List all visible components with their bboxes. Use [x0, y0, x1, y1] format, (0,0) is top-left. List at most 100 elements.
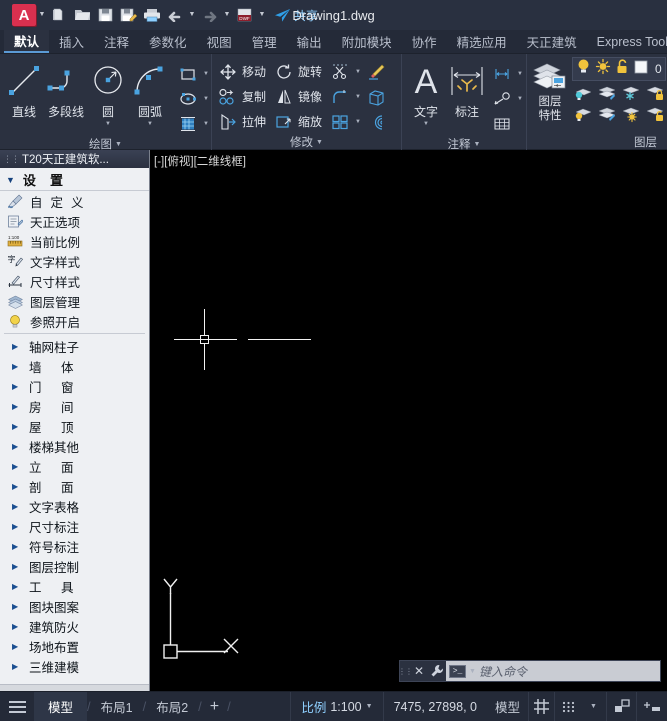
chevron-down-icon[interactable]: ▼	[366, 703, 373, 710]
layer-properties-button[interactable]: 图层 特性	[530, 57, 570, 123]
trim-dropdown-icon[interactable]: ▼	[354, 69, 362, 75]
tab-collaborate[interactable]: 协作	[402, 30, 447, 53]
tab-annotate[interactable]: 注释	[94, 30, 139, 53]
chevron-right-icon[interactable]: ▶	[12, 542, 19, 551]
layer-unlock-icon[interactable]	[644, 104, 666, 124]
drawing-canvas[interactable]: [-][俯视][二维线框] ⋮⋮ ✕ >_ ▼ 键入命令	[150, 150, 667, 691]
layer-on-icon[interactable]	[572, 104, 594, 124]
quick-access-dropdown-icon[interactable]: ▼	[36, 0, 48, 30]
layer-lock-icon[interactable]	[644, 83, 666, 103]
unlock-icon[interactable]	[615, 58, 629, 81]
chevron-right-icon[interactable]: ▶	[12, 562, 19, 571]
hamburger-icon[interactable]	[0, 692, 34, 721]
chevron-right-icon[interactable]: ▶	[12, 422, 19, 431]
tab-view[interactable]: 视图	[197, 30, 242, 53]
arc-button[interactable]: 圆弧 ▼	[128, 58, 172, 128]
tab-manage[interactable]: 管理	[242, 30, 287, 53]
sidebar-tree-layer-control[interactable]: ▶ 图层控制	[0, 556, 149, 576]
chevron-right-icon[interactable]: ▶	[12, 342, 19, 351]
text-button[interactable]: A 文字 ▼	[406, 58, 446, 128]
text-dropdown-icon[interactable]: ▼	[423, 120, 429, 128]
dwf-dropdown-icon[interactable]: ▼	[256, 0, 268, 30]
command-history-dropdown-icon[interactable]: ▼	[469, 668, 476, 675]
layer-unisolate-icon[interactable]	[596, 104, 618, 124]
tab-layout1[interactable]: 布局1	[91, 692, 143, 721]
sidebar-grip-icon[interactable]: ⋮⋮	[3, 154, 20, 165]
sun-icon[interactable]	[595, 58, 611, 81]
tab-default[interactable]: 默认	[4, 30, 50, 53]
offset-button[interactable]	[364, 109, 388, 134]
circle-dropdown-icon[interactable]: ▼	[105, 120, 111, 128]
sidebar-tree-room[interactable]: ▶ 房 间	[0, 396, 149, 416]
sidebar-tree-wall[interactable]: ▶ 墙 体	[0, 356, 149, 376]
copy-button[interactable]: 复制	[216, 84, 266, 109]
app-logo-icon[interactable]: A	[12, 4, 36, 26]
tab-layout2[interactable]: 布局2	[146, 692, 198, 721]
redo-button[interactable]	[198, 3, 221, 27]
command-line[interactable]: ⋮⋮ ✕ >_ ▼ 键入命令	[398, 660, 661, 682]
sidebar-item-dim-style[interactable]: 尺寸样式	[0, 271, 149, 291]
redo-dropdown-icon[interactable]: ▼	[221, 0, 233, 30]
layer-isolate-icon[interactable]	[596, 83, 618, 103]
space-indicator[interactable]: 模型	[487, 692, 529, 721]
sidebar-tree-fire-protection[interactable]: ▶ 建筑防火	[0, 616, 149, 636]
tab-express-tools[interactable]: Express Tools	[587, 30, 667, 53]
dwf-publish-button[interactable]: DWF	[233, 3, 256, 27]
scale-button[interactable]: 缩放	[272, 109, 322, 134]
snap-dots-icon[interactable]	[555, 692, 581, 721]
tab-insert[interactable]: 插入	[49, 30, 94, 53]
sidebar-tree-section[interactable]: ▶ 剖 面	[0, 476, 149, 496]
sidebar-item-current-scale[interactable]: 1:100 当前比例	[0, 231, 149, 251]
chevron-right-icon[interactable]: ▶	[12, 502, 19, 511]
customize-status-icon[interactable]	[637, 692, 667, 721]
sidebar-tree-door-window[interactable]: ▶ 门 窗	[0, 376, 149, 396]
layer-off-icon[interactable]	[572, 83, 594, 103]
undo-dropdown-icon[interactable]: ▼	[186, 0, 198, 30]
sidebar-item-tangent-options[interactable]: 天正选项	[0, 211, 149, 231]
sidebar-tree-site-layout[interactable]: ▶ 场地布置	[0, 636, 149, 656]
sidebar-tree-roof[interactable]: ▶ 屋 顶	[0, 416, 149, 436]
viewport-label[interactable]: [-][俯视][二维线框]	[154, 153, 246, 169]
chevron-right-icon[interactable]: ▶	[12, 442, 19, 451]
add-layout-button[interactable]: +	[202, 692, 227, 721]
snap-dropdown-icon[interactable]: ▼	[581, 692, 607, 721]
linear-dimension-button[interactable]: ▼	[490, 61, 524, 86]
command-input[interactable]: >_ ▼ 键入命令	[446, 661, 660, 681]
sidebar-tree-dimension[interactable]: ▶ 尺寸标注	[0, 516, 149, 536]
panel-draw-expand-icon[interactable]: ▼	[115, 141, 122, 148]
rotate-button[interactable]: 旋转	[272, 59, 322, 84]
sidebar-item-text-style[interactable]: 字 文字样式	[0, 251, 149, 271]
sidebar-tree-block-pattern[interactable]: ▶ 图块图案	[0, 596, 149, 616]
wrench-icon[interactable]	[428, 661, 446, 681]
table-button[interactable]	[490, 111, 524, 136]
chevron-right-icon[interactable]: ▶	[12, 482, 19, 491]
chevron-right-icon[interactable]: ▶	[12, 382, 19, 391]
sidebar-item-layer-manage[interactable]: 图层管理	[0, 291, 149, 311]
ellipse-button[interactable]: ▼	[176, 86, 210, 111]
rectangle-button[interactable]: ▼	[176, 61, 210, 86]
save-button[interactable]	[94, 3, 117, 27]
arc-dropdown-icon[interactable]: ▼	[147, 120, 153, 128]
chevron-right-icon[interactable]: ▶	[12, 642, 19, 651]
tab-parametric[interactable]: 参数化	[139, 30, 197, 53]
trim-button[interactable]: ▼	[328, 59, 362, 84]
command-grip-icon[interactable]: ⋮⋮	[398, 661, 413, 681]
chevron-right-icon[interactable]: ▶	[12, 622, 19, 631]
color-swatch-icon[interactable]	[633, 59, 649, 80]
solid-box-button[interactable]	[364, 84, 388, 109]
hatch-dropdown-icon[interactable]: ▼	[202, 121, 210, 127]
share-button[interactable]: 共享	[274, 7, 318, 24]
chevron-right-icon[interactable]: ▶	[12, 582, 19, 591]
hatch-button[interactable]: ▼	[176, 111, 210, 136]
layer-state-bar[interactable]: 0	[572, 57, 666, 81]
linear-dim-dropdown-icon[interactable]: ▼	[516, 71, 524, 77]
tab-model[interactable]: 模型	[34, 692, 88, 721]
sidebar-tree-text-table[interactable]: ▶ 文字表格	[0, 496, 149, 516]
chevron-right-icon[interactable]: ▶	[12, 522, 19, 531]
stretch-button[interactable]: 拉伸	[216, 109, 266, 134]
sidebar-header[interactable]: ⋮⋮ T20天正建筑软...	[0, 150, 149, 168]
panel-annotation-expand-icon[interactable]: ▼	[474, 141, 481, 148]
tab-tangent-arch[interactable]: 天正建筑	[517, 30, 587, 53]
rectangle-dropdown-icon[interactable]: ▼	[202, 71, 210, 77]
scale-selector[interactable]: 比例 1:100 ▼	[290, 692, 384, 721]
